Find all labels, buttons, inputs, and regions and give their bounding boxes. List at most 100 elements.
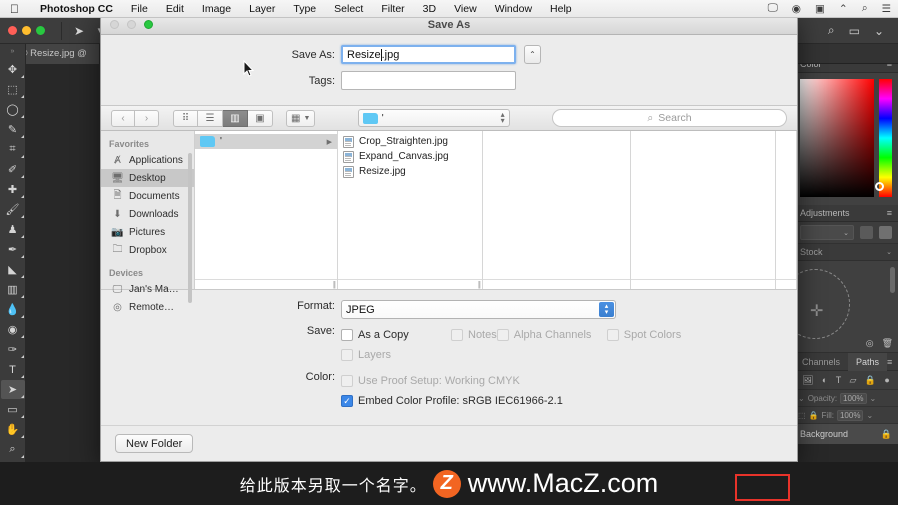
smart-object-filter-icon[interactable]: 🔒 (865, 375, 876, 386)
creative-cloud-icon[interactable]: ◉ (785, 3, 808, 15)
adjustment-filter-icon[interactable]: ◐ (822, 375, 827, 385)
sidebar-item-desktop[interactable]: 🖥 Desktop (101, 169, 194, 187)
add-item-icon[interactable]: ✛ (810, 301, 823, 321)
lock-position-icon[interactable]: ⬚ (798, 411, 806, 420)
menu-item-file[interactable]: File (122, 3, 157, 15)
rectangular-marquee-tool[interactable]: ⬚ (1, 80, 25, 99)
blur-tool[interactable]: 💧 (1, 300, 25, 319)
dialog-minimize-button[interactable] (127, 20, 136, 29)
dialog-close-button[interactable] (110, 20, 119, 29)
tab-channels[interactable]: Channels (794, 353, 848, 371)
menu-item-image[interactable]: Image (193, 3, 240, 15)
lock-all-icon[interactable]: 🔒 (809, 411, 819, 420)
column-resize-handle[interactable] (776, 279, 796, 289)
file-row-resize[interactable]: Resize.jpg (338, 164, 482, 179)
menu-item-3d[interactable]: 3D (414, 3, 445, 15)
panel-grip-icon[interactable]: » (11, 48, 15, 55)
chevron-down-icon[interactable]: ⌄ (868, 24, 890, 38)
chevron-down-icon[interactable]: ⌄ (798, 394, 805, 403)
file-row-expand-canvas[interactable]: Expand_Canvas.jpg (338, 149, 482, 164)
menu-item-view[interactable]: View (445, 3, 486, 15)
dialog-window-controls[interactable] (101, 20, 153, 29)
lasso-tool[interactable]: ◯ (1, 100, 25, 119)
color-picker-panel[interactable] (794, 73, 898, 205)
adjustments-list-view-icon[interactable] (879, 226, 892, 239)
sidebar-item-applications[interactable]: Ⱥ Applications (101, 151, 194, 169)
ps-zoom-button[interactable] (36, 26, 45, 35)
sidebar-item-downloads[interactable]: ⬇ Downloads (101, 205, 194, 223)
libraries-panel[interactable]: ✛ ◎ 🗑 (780, 261, 898, 353)
path-selection-tool[interactable]: ➤ (0, 380, 25, 399)
new-folder-button[interactable]: New Folder (115, 434, 194, 453)
hue-slider[interactable] (875, 79, 892, 197)
column-resize-handle[interactable]: || (195, 279, 337, 289)
checkbox-embed-color-profile[interactable]: ✓ Embed Color Profile: sRGB IEC61966-2.1 (341, 391, 563, 411)
column-resize-handle[interactable] (631, 279, 775, 289)
updown-stepper-icon[interactable]: ▴ ▾ (599, 302, 614, 317)
ps-close-button[interactable] (8, 26, 17, 35)
eraser-tool[interactable]: ◣ (1, 260, 25, 279)
chevron-down-icon[interactable]: ⌄ (886, 248, 892, 256)
screen-record-icon[interactable]: ▣ (808, 3, 832, 15)
zoom-tool[interactable]: ⌕ (1, 440, 25, 459)
quick-selection-tool[interactable]: ✎ (1, 120, 25, 139)
list-view-button[interactable]: ☰ (198, 109, 223, 127)
new-layer-icon[interactable]: ◎ (866, 338, 874, 349)
search-icon[interactable]: ⌕ (822, 23, 841, 38)
dodge-tool[interactable]: ◉ (1, 320, 25, 339)
brush-tool[interactable]: 🖌 (1, 200, 25, 219)
sidebar-item-remote-disc[interactable]: ◎ Remote… (101, 298, 194, 316)
menu-item-filter[interactable]: Filter (372, 3, 413, 15)
chevron-down-icon[interactable]: ⌄ (866, 411, 873, 420)
hue-marker[interactable] (875, 182, 884, 191)
panel-menu-icon[interactable]: ≡ (887, 208, 892, 218)
updown-stepper-icon[interactable]: ▴ ▾ (501, 111, 505, 125)
saturation-value-field[interactable] (800, 79, 874, 197)
column-resize-handle[interactable] (483, 279, 630, 289)
path-popup-button[interactable]: ' ▴ ▾ (357, 109, 510, 127)
search-input[interactable]: ⌕ Search (551, 109, 787, 127)
workspace-icon[interactable]: ▭ (843, 24, 866, 38)
image-filter-icon[interactable]: 🖼 (802, 375, 813, 386)
adjustments-grid-view-icon[interactable] (860, 226, 873, 239)
gradient-tool[interactable]: ▥ (1, 280, 25, 299)
dialog-zoom-button[interactable] (144, 20, 153, 29)
clone-stamp-tool[interactable]: ♟ (1, 220, 25, 239)
stock-panel-row[interactable]: Stock ⌄ (794, 244, 898, 261)
filter-toggle-icon[interactable]: ● (884, 375, 889, 385)
gallery-view-button[interactable]: ▣ (248, 109, 273, 127)
panel-scrollbar[interactable] (890, 267, 895, 293)
trash-icon[interactable]: 🗑 (882, 338, 893, 349)
layer-row-background[interactable]: Background 🔒 (794, 424, 898, 444)
crop-tool[interactable]: ⌗ (1, 140, 25, 159)
file-row-desktop-folder[interactable]: ' ▶ (195, 134, 337, 149)
save-as-input[interactable]: Resize .jpg (341, 45, 516, 64)
sidebar-scrollbar[interactable] (188, 153, 192, 303)
file-row-crop-straighten[interactable]: Crop_Straighten.jpg (338, 134, 482, 149)
photoshop-window-controls[interactable] (0, 26, 55, 35)
tab-paths[interactable]: Paths (848, 352, 888, 371)
arrange-items-button[interactable]: ▦ ▼ (286, 109, 316, 127)
sidebar-item-pictures[interactable]: 📷 Pictures (101, 223, 194, 241)
back-button[interactable]: ‹ (111, 109, 135, 127)
history-brush-tool[interactable]: ✒ (1, 240, 25, 259)
sidebar-item-dropbox[interactable]: 🗀 Dropbox (101, 241, 194, 259)
notification-center-icon[interactable]: ☰ (875, 3, 898, 15)
rectangle-tool[interactable]: ▭ (1, 400, 25, 419)
path-selection-arrow-icon[interactable]: ➤ (68, 21, 90, 41)
menu-item-edit[interactable]: Edit (157, 3, 193, 15)
format-select[interactable]: JPEG ▴ ▾ (341, 300, 616, 319)
checkbox-box[interactable] (341, 329, 353, 341)
wifi-icon[interactable]: ⌃ (832, 3, 855, 15)
type-filter-icon[interactable]: T (836, 375, 842, 385)
expand-dialog-button[interactable]: ⌃ (524, 45, 541, 64)
icon-view-button[interactable]: ⠿ (173, 109, 198, 127)
type-tool[interactable]: T (1, 360, 25, 379)
menu-item-photoshop-cc[interactable]: Photoshop CC (31, 3, 122, 15)
ps-minimize-button[interactable] (22, 26, 31, 35)
tags-input[interactable] (341, 71, 516, 90)
adjustment-preset-select[interactable]: ⌄ (800, 225, 854, 240)
menu-item-type[interactable]: Type (284, 3, 325, 15)
lock-icon[interactable]: 🔒 (881, 429, 892, 440)
checkbox-as-a-copy[interactable]: As a Copy (341, 325, 451, 345)
